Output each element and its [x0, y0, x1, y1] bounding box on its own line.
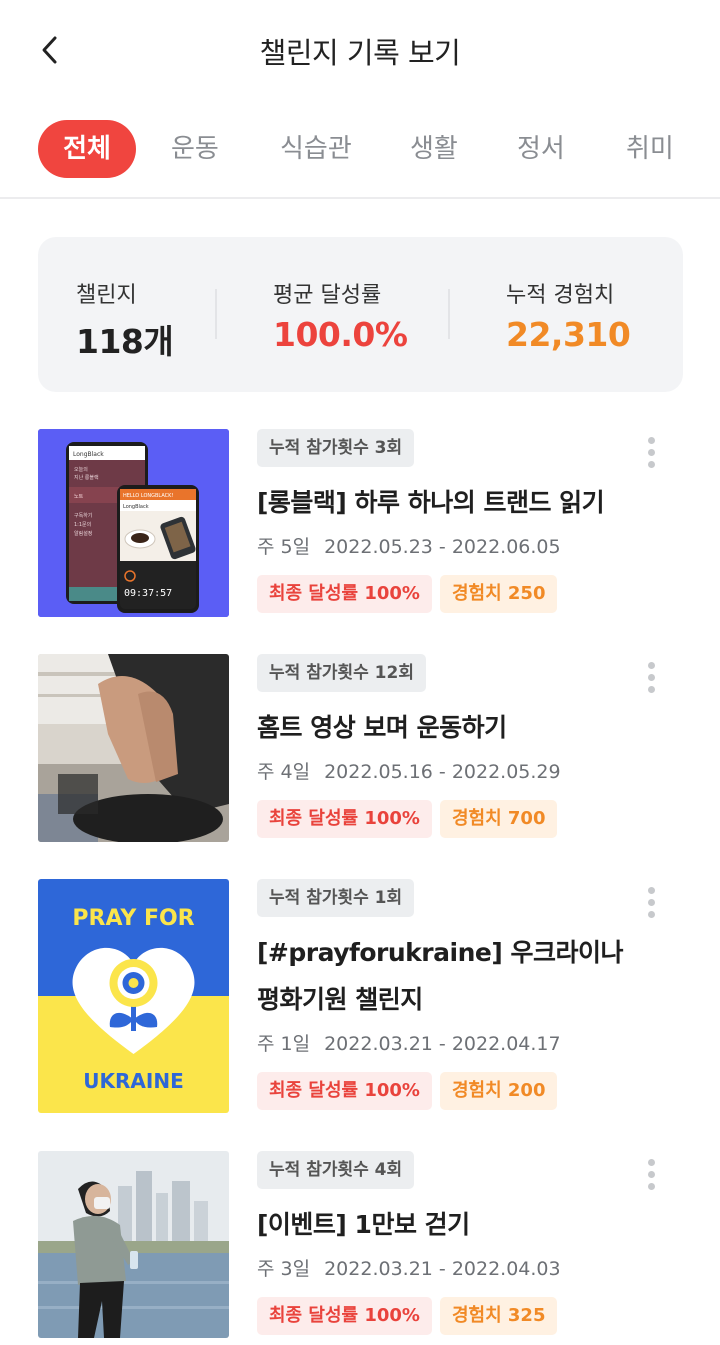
challenge-result: 최종 달성률 100% 경험치 700	[257, 800, 637, 838]
summary-challenges: 챌린지 118개	[76, 277, 174, 363]
participation-badge: 누적 참가횟수 3회	[257, 429, 415, 467]
app-screenshot-image: LongBlack 오늘의 지난 롱블랙 노트 구독하기 1:1문의 알림설정 …	[38, 429, 229, 617]
summary-total-exp-label: 누적 경험치	[506, 283, 615, 308]
challenge-thumbnail	[38, 654, 229, 842]
challenge-meta: 주 3일 2022.03.21 - 2022.04.03	[257, 1254, 637, 1281]
participation-badge: 누적 참가횟수 4회	[257, 1151, 415, 1189]
summary-divider	[448, 289, 450, 339]
participation-badge: 누적 참가횟수 1회	[257, 879, 415, 917]
tab-exercise[interactable]: 운동	[171, 120, 219, 178]
challenge-thumbnail: LongBlack 오늘의 지난 롱블랙 노트 구독하기 1:1문의 알림설정 …	[38, 429, 229, 617]
challenge-frequency: 주 4일	[257, 761, 311, 783]
svg-text:1:1문의: 1:1문의	[74, 521, 91, 528]
summary-panel: 챌린지 118개 평균 달성률 100.0% 누적 경험치 22,310	[38, 237, 683, 392]
svg-text:LongBlack: LongBlack	[123, 504, 149, 510]
participation-badge: 누적 참가횟수 12회	[257, 654, 426, 692]
challenge-info: 누적 참가횟수 3회 [롱블랙] 하루 하나의 트랜드 읽기 주 5일 2022.…	[257, 429, 637, 613]
svg-text:노트: 노트	[74, 494, 84, 500]
summary-avg-rate: 평균 달성률 100.0%	[273, 277, 408, 354]
tab-emotion[interactable]: 정서	[517, 120, 565, 178]
challenge-card[interactable]: 누적 참가횟수 4회 [이벤트] 1만보 걷기 주 3일 2022.03.21 -…	[38, 1151, 683, 1339]
challenge-title: [이벤트] 1만보 걷기	[257, 1210, 470, 1239]
svg-text:알림설정: 알림설정	[74, 530, 92, 537]
exp-badge: 경험치 250	[439, 575, 558, 613]
challenge-period: 2022.03.21 - 2022.04.03	[324, 1258, 561, 1280]
challenge-info: 누적 참가횟수 1회 [#prayforukraine] 우크라이나 평화기원 …	[257, 879, 637, 1110]
challenge-result: 최종 달성률 100% 경험치 250	[257, 575, 637, 613]
svg-text:구독하기: 구독하기	[74, 512, 92, 519]
challenge-info: 누적 참가횟수 12회 홈트 영상 보며 운동하기 주 4일 2022.05.16…	[257, 654, 637, 838]
challenge-result: 최종 달성률 100% 경험치 200	[257, 1072, 637, 1110]
svg-text:LongBlack: LongBlack	[73, 451, 104, 458]
svg-text:09:37:57: 09:37:57	[124, 588, 172, 599]
challenge-meta: 주 1일 2022.03.21 - 2022.04.17	[257, 1029, 637, 1056]
page-title: 챌린지 기록 보기	[259, 36, 461, 70]
challenge-period: 2022.03.21 - 2022.04.17	[324, 1033, 561, 1055]
challenge-card[interactable]: LongBlack 오늘의 지난 롱블랙 노트 구독하기 1:1문의 알림설정 …	[38, 429, 683, 617]
svg-text:HELLO LONGBLACK!: HELLO LONGBLACK!	[123, 493, 173, 499]
challenge-period: 2022.05.16 - 2022.05.29	[324, 761, 561, 783]
challenge-card[interactable]: 누적 참가횟수 12회 홈트 영상 보며 운동하기 주 4일 2022.05.16…	[38, 654, 683, 842]
challenge-thumbnail	[38, 1151, 229, 1338]
divider	[0, 197, 720, 199]
tab-life[interactable]: 생활	[410, 120, 458, 178]
summary-total-exp-value: 22,310	[506, 315, 631, 354]
exp-badge: 경험치 700	[439, 800, 558, 838]
svg-text:지난 롱블랙: 지난 롱블랙	[74, 474, 99, 481]
challenge-meta: 주 4일 2022.05.16 - 2022.05.29	[257, 757, 637, 784]
svg-text:PRAY FOR: PRAY FOR	[72, 906, 194, 931]
challenge-frequency: 주 1일	[257, 1033, 311, 1055]
exp-badge: 경험치 325	[439, 1297, 558, 1335]
summary-challenges-label: 챌린지	[76, 283, 137, 308]
svg-text:오늘의: 오늘의	[74, 466, 88, 473]
exp-badge: 경험치 200	[439, 1072, 558, 1110]
challenge-meta: 주 5일 2022.05.23 - 2022.06.05	[257, 532, 637, 559]
summary-avg-rate-value: 100.0%	[273, 315, 408, 354]
challenge-frequency: 주 3일	[257, 1258, 311, 1280]
challenge-title: 홈트 영상 보며 운동하기	[257, 713, 507, 742]
tab-diet[interactable]: 식습관	[280, 120, 352, 178]
challenge-title: [#prayforukraine] 우크라이나 평화기원 챌린지	[257, 938, 623, 1014]
challenge-title: [롱블랙] 하루 하나의 트랜드 읽기	[257, 488, 605, 517]
challenge-thumbnail: PRAY FOR UKRAINE	[38, 879, 229, 1113]
challenge-result: 최종 달성률 100% 경험치 325	[257, 1297, 637, 1335]
category-tabs: 전체 운동 식습관 생활 정서 취미	[38, 120, 698, 178]
challenge-period: 2022.05.23 - 2022.06.05	[324, 536, 561, 558]
walking-photo-image	[38, 1151, 229, 1338]
tab-all[interactable]: 전체	[38, 120, 136, 178]
summary-total-exp: 누적 경험치 22,310	[506, 277, 631, 354]
final-rate-badge: 최종 달성률 100%	[257, 1072, 432, 1110]
summary-avg-rate-label: 평균 달성률	[273, 283, 382, 308]
pray-for-ukraine-image: PRAY FOR UKRAINE	[38, 879, 229, 1113]
summary-challenges-value: 118개	[76, 322, 174, 361]
challenge-frequency: 주 5일	[257, 536, 311, 558]
header: 챌린지 기록 보기	[0, 0, 720, 100]
challenge-info: 누적 참가횟수 4회 [이벤트] 1만보 걷기 주 3일 2022.03.21 -…	[257, 1151, 637, 1335]
more-options-icon[interactable]	[645, 662, 657, 696]
final-rate-badge: 최종 달성률 100%	[257, 1297, 432, 1335]
tab-hobby[interactable]: 취미	[626, 120, 674, 178]
svg-text:UKRAINE: UKRAINE	[83, 1069, 183, 1093]
more-options-icon[interactable]	[645, 1159, 657, 1193]
more-options-icon[interactable]	[645, 887, 657, 921]
final-rate-badge: 최종 달성률 100%	[257, 575, 432, 613]
final-rate-badge: 최종 달성률 100%	[257, 800, 432, 838]
challenge-card[interactable]: PRAY FOR UKRAINE 누적 참가횟수 1회 [#prayforukr…	[38, 879, 683, 1113]
workout-photo-image	[38, 654, 229, 842]
more-options-icon[interactable]	[645, 437, 657, 471]
summary-divider	[215, 289, 217, 339]
